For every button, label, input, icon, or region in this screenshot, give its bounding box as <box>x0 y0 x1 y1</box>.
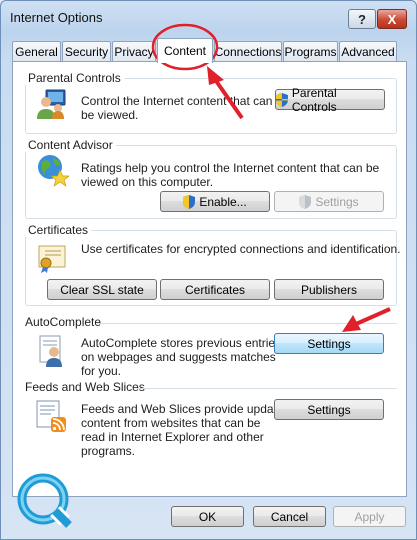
parental-controls-button[interactable]: Parental Controls <box>275 86 385 114</box>
close-button[interactable]: X <box>377 9 407 29</box>
tab-programs[interactable]: Programs <box>283 41 338 62</box>
tab-label: Connections <box>214 45 282 59</box>
shield-icon <box>276 92 288 107</box>
certificates-description: Use certificates for encrypted connectio… <box>81 242 401 256</box>
tab-advanced[interactable]: Advanced <box>339 41 397 62</box>
cancel-button[interactable]: Cancel <box>253 506 326 527</box>
content-advisor-enable-button[interactable]: Enable... <box>160 191 270 212</box>
autocomplete-description-2: on webpages and suggests matches <box>81 350 276 364</box>
help-button[interactable]: ? <box>348 9 376 29</box>
autocomplete-separator <box>97 323 397 324</box>
feeds-description-1: Feeds and Web Slices provide updated <box>81 402 291 416</box>
internet-options-window: Internet Options ? X General Security Pr… <box>0 0 417 540</box>
apply-label: Apply <box>354 509 385 524</box>
publishers-button-label: Publishers <box>300 282 358 297</box>
clear-ssl-state-button[interactable]: Clear SSL state <box>47 279 157 300</box>
feeds-settings-label: Settings <box>307 402 351 417</box>
tab-label: Advanced <box>341 45 395 59</box>
publishers-button[interactable]: Publishers <box>274 279 384 300</box>
enable-button-label: Enable... <box>199 194 247 209</box>
settings-button-label: Settings <box>315 194 359 209</box>
window-title: Internet Options <box>10 10 103 25</box>
cancel-label: Cancel <box>270 509 309 524</box>
tab-privacy[interactable]: Privacy <box>112 41 156 62</box>
feeds-description-2: content from websites that can be <box>81 416 261 430</box>
content-advisor-settings-button[interactable]: Settings <box>274 191 384 212</box>
shield-icon <box>183 194 196 209</box>
autocomplete-description-3: for you. <box>81 364 122 378</box>
help-icon: ? <box>358 11 366 27</box>
title-bar: Internet Options ? X <box>1 1 416 35</box>
ok-button[interactable]: OK <box>171 506 244 527</box>
certificates-heading: Certificates <box>25 223 92 237</box>
autocomplete-description-1: AutoComplete stores previous entries <box>81 336 282 350</box>
tab-label: Programs <box>284 45 337 59</box>
content-advisor-description-2: viewed on this computer. <box>81 175 214 189</box>
tab-label: Security <box>64 45 109 59</box>
parental-controls-heading: Parental Controls <box>25 71 124 85</box>
tab-security[interactable]: Security <box>62 41 111 62</box>
globe-star-icon <box>38 155 69 187</box>
parental-controls-icon <box>37 89 66 119</box>
tab-label: General <box>15 45 58 59</box>
tab-label: Content <box>163 44 207 58</box>
feeds-description-3: read in Internet Explorer and other <box>81 430 264 444</box>
parental-controls-description-2: be viewed. <box>81 108 139 122</box>
ok-label: OK <box>198 509 217 524</box>
autocomplete-settings-label: Settings <box>307 336 351 351</box>
apply-button[interactable]: Apply <box>333 506 406 527</box>
tab-general[interactable]: General <box>12 41 61 62</box>
parental-controls-description-1: Control the Internet content that can <box>81 94 273 108</box>
feeds-description-4: programs. <box>81 444 136 458</box>
feeds-settings-button[interactable]: Settings <box>274 399 384 420</box>
tab-label: Privacy <box>114 45 154 59</box>
parental-controls-button-label: Parental Controls <box>291 85 337 114</box>
content-advisor-description-1: Ratings help you control the Internet co… <box>81 161 380 175</box>
autocomplete-heading: AutoComplete <box>23 315 105 329</box>
clear-ssl-state-label: Clear SSL state <box>60 282 144 297</box>
certificate-icon <box>38 245 66 273</box>
content-advisor-heading: Content Advisor <box>25 138 116 152</box>
feeds-icon <box>36 400 66 432</box>
autocomplete-icon <box>39 335 62 367</box>
close-icon: X <box>387 11 397 27</box>
certificates-button[interactable]: Certificates <box>160 279 270 300</box>
autocomplete-settings-button[interactable]: Settings <box>274 333 384 354</box>
feeds-separator <box>137 388 397 389</box>
shield-icon <box>299 194 312 209</box>
tab-content[interactable]: Content <box>157 38 213 63</box>
certificates-button-label: Certificates <box>184 282 246 297</box>
watermark-logo-icon <box>17 473 72 528</box>
tab-connections[interactable]: Connections <box>214 41 282 62</box>
feeds-heading: Feeds and Web Slices <box>23 380 148 394</box>
